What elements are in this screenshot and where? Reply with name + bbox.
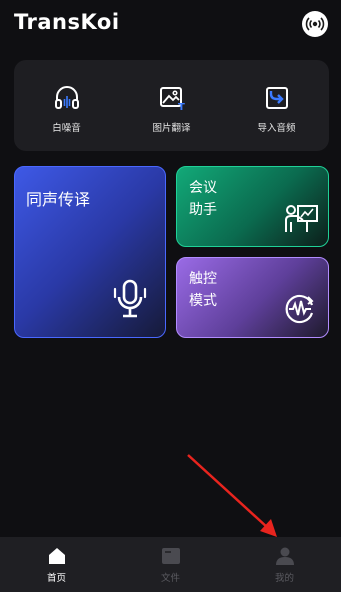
bottom-tab-bar: 首页 文件 我的 (0, 537, 341, 592)
tab-home[interactable]: 首页 (0, 537, 113, 592)
broadcast-button[interactable] (302, 11, 328, 37)
svg-text:T: T (178, 102, 185, 112)
app-logo: TransKoi (14, 10, 120, 34)
home-icon (48, 548, 65, 564)
headphones-icon (54, 86, 79, 109)
card-title-line2: 助手 (189, 202, 217, 218)
tool-import-audio[interactable]: 导入音频 (224, 60, 329, 151)
microphone-icon (113, 279, 147, 318)
touch-waveform-icon (285, 294, 314, 324)
card-title: 会议 助手 (189, 177, 239, 221)
broadcast-icon (305, 17, 325, 31)
tab-profile[interactable]: 我的 (228, 537, 341, 592)
app-header: TransKoi (0, 0, 341, 48)
tab-label: 文件 (160, 573, 180, 584)
tool-label: 导入音频 (257, 123, 296, 134)
tool-label: 白噪音 (52, 123, 81, 134)
tool-image-translate[interactable]: T 图片翻译 (119, 60, 224, 151)
tab-files[interactable]: 文件 (114, 537, 227, 592)
tool-white-noise[interactable]: 白噪音 (14, 60, 119, 151)
card-title: 触控 模式 (189, 268, 239, 312)
card-title: 同声传译 (26, 190, 91, 209)
import-audio-icon (265, 87, 288, 109)
tab-label: 首页 (46, 573, 66, 584)
touch-mode-card[interactable]: 触控 模式 (176, 257, 329, 338)
card-title-line1: 会议 (189, 180, 217, 196)
presentation-icon (285, 205, 318, 232)
tools-panel: 白噪音 T 图片翻译 导入音频 (14, 60, 329, 151)
simultaneous-interpretation-card[interactable]: 同声传译 (14, 166, 166, 338)
image-translate-icon: T (159, 87, 185, 112)
tool-label: 图片翻译 (152, 123, 191, 134)
profile-icon (275, 547, 294, 565)
tab-label: 我的 (274, 573, 294, 584)
folder-icon (161, 548, 180, 564)
meeting-assistant-card[interactable]: 会议 助手 (176, 166, 329, 247)
card-title-line1: 触控 (189, 271, 217, 287)
card-title-line2: 模式 (189, 293, 217, 309)
